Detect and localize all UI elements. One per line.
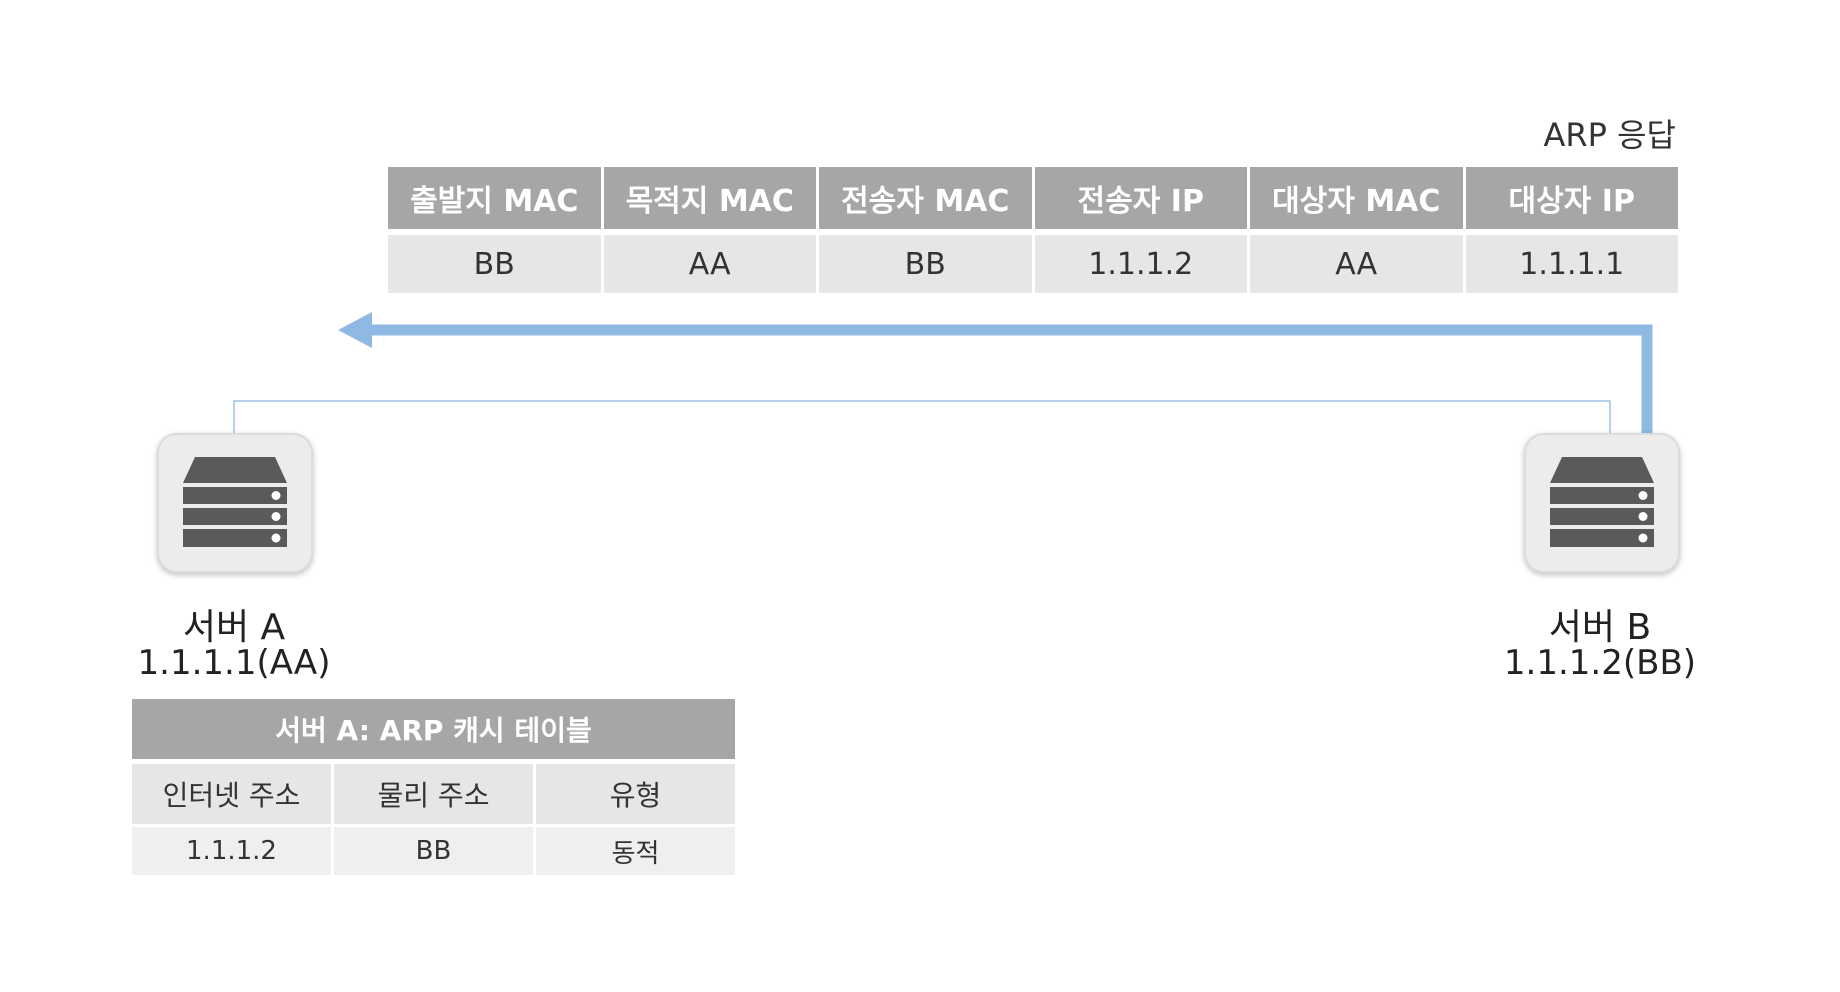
- packet-value-sender-mac: BB: [819, 235, 1032, 293]
- cache-header-type: 유형: [536, 764, 735, 824]
- arp-packet-table: 출발지 MAC 목적지 MAC 전송자 MAC 전송자 IP 대상자 MAC 대…: [388, 167, 1678, 293]
- arp-reply-arrowhead: [338, 312, 372, 348]
- cache-cell-internet-address: 1.1.1.2: [132, 827, 331, 875]
- packet-header-src-mac: 출발지 MAC: [388, 167, 601, 229]
- server-icon: [1550, 457, 1654, 547]
- packet-header-dst-mac: 목적지 MAC: [603, 167, 816, 229]
- arp-reply-caption: ARP 응답: [1543, 116, 1676, 154]
- server-b-address: 1.1.1.2(BB): [1503, 643, 1697, 683]
- cache-cell-type: 동적: [536, 827, 735, 875]
- packet-value-sender-ip: 1.1.1.2: [1034, 235, 1247, 293]
- packet-value-target-mac: AA: [1250, 235, 1463, 293]
- server-b-node: [1524, 433, 1680, 573]
- arp-reply-arrow-path: [370, 324, 1653, 433]
- packet-value-dst-mac: AA: [603, 235, 816, 293]
- cache-header-physical-address: 물리 주소: [334, 764, 533, 824]
- network-link-line: [233, 400, 1611, 433]
- server-a-node: [157, 433, 313, 573]
- cache-header-internet-address: 인터넷 주소: [132, 764, 331, 824]
- cache-cell-physical-address: BB: [334, 827, 533, 875]
- packet-header-sender-ip: 전송자 IP: [1034, 167, 1247, 229]
- packet-value-target-ip: 1.1.1.1: [1465, 235, 1678, 293]
- arp-cache-table-title: 서버 A: ARP 캐시 테이블: [132, 699, 735, 759]
- packet-header-target-mac: 대상자 MAC: [1250, 167, 1463, 229]
- server-icon: [183, 457, 287, 547]
- packet-header-target-ip: 대상자 IP: [1465, 167, 1678, 229]
- packet-value-src-mac: BB: [388, 235, 601, 293]
- server-a-address: 1.1.1.1(AA): [137, 643, 331, 683]
- arp-cache-table: 서버 A: ARP 캐시 테이블 인터넷 주소 물리 주소 유형 1.1.1.2…: [132, 699, 735, 875]
- packet-header-sender-mac: 전송자 MAC: [819, 167, 1032, 229]
- arp-cache-grid: 인터넷 주소 물리 주소 유형 1.1.1.2 BB 동적: [132, 764, 735, 875]
